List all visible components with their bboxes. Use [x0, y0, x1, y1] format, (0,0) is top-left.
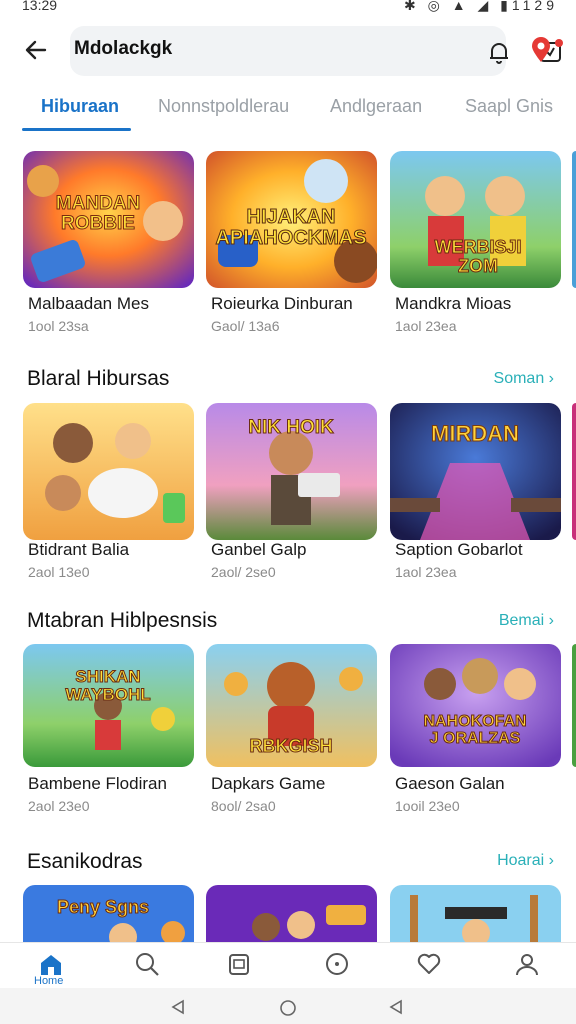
- game-card[interactable]: [206, 885, 378, 942]
- status-time: 13:29: [22, 0, 58, 13]
- bell-icon[interactable]: [486, 39, 512, 65]
- back-button[interactable]: [20, 34, 52, 66]
- game-meta: 1ool 23sa: [28, 318, 89, 334]
- game-box-icon: [229, 954, 249, 975]
- system-nav-bar: [0, 988, 576, 1024]
- tab-nonnstpoldlerau[interactable]: Nonnstpoldlerau: [158, 96, 289, 117]
- search-query: Mdolackgk: [74, 38, 173, 59]
- game-art-title-4: NIK HOIK: [248, 417, 334, 438]
- game-thumbnail: WERBISJI ZOM: [390, 151, 561, 288]
- search-icon: [136, 953, 159, 976]
- game-meta: Gaol/ 13a6: [211, 318, 280, 334]
- game-thumbnail: RBKGISH: [206, 644, 377, 767]
- game-art-title-9: Peny Sgns: [57, 897, 149, 917]
- game-meta: 2aol 13e0: [28, 564, 90, 580]
- next-card-peek: [572, 644, 576, 767]
- nav-profile[interactable]: [512, 949, 542, 979]
- game-meta: 2aol 23e0: [28, 798, 90, 814]
- nav-search[interactable]: [132, 949, 162, 979]
- tab-saapl-gnis[interactable]: Saapl Gnis: [465, 96, 553, 117]
- next-card-peek: [572, 151, 576, 288]
- see-all-link[interactable]: Hoarai ›: [497, 852, 554, 870]
- game-card[interactable]: WERBISJI ZOM Mandkra Mioas 1aol 23ea: [390, 151, 562, 336]
- user-icon: [516, 954, 538, 976]
- map-pin-icon[interactable]: [528, 36, 554, 64]
- nav-discover[interactable]: [322, 949, 352, 979]
- game-thumbnail: Peny Sgns: [23, 885, 194, 942]
- game-card[interactable]: NAHOKOFAN J ORALZAS Gaeson Galan 1ooil 23…: [390, 644, 562, 824]
- game-card[interactable]: Btidrant Balia 2aol 13e0: [23, 403, 195, 583]
- section-title: Mtabran Hiblpesnsis: [27, 609, 218, 632]
- game-card[interactable]: MANDAN ROBBIE Malbaadan Mes 1ool 23sa: [23, 151, 195, 336]
- game-title: Roieurka Dinburan: [211, 294, 353, 313]
- back-triangle-icon[interactable]: [170, 999, 186, 1015]
- heart-icon: [417, 953, 441, 974]
- game-thumbnail: NAHOKOFAN J ORALZAS: [390, 644, 561, 767]
- game-thumbnail: NIK HOIK: [206, 403, 377, 540]
- battery-text: 1129: [511, 0, 558, 13]
- category-tabs: Hiburaan Nonnstpoldlerau Andlgeraan Saap…: [0, 88, 576, 134]
- game-art-title-5: MIRDAN: [431, 421, 519, 446]
- game-meta: 8ool/ 2sa0: [211, 798, 276, 814]
- game-card[interactable]: HIJAKAN APIAHOCKMAS Roieurka Dinburan Gao…: [206, 151, 378, 336]
- game-art-title-7: RBKGISH: [249, 736, 332, 756]
- game-title: Mandkra Mioas: [395, 294, 512, 313]
- status-icons: ✱ ◎ ▲ ◢ ▮1129: [404, 0, 558, 14]
- game-card[interactable]: [390, 885, 562, 942]
- game-card[interactable]: Peny Sgns: [23, 885, 195, 942]
- active-tab-indicator: [22, 128, 131, 131]
- game-meta: 1aol 23ea: [395, 318, 457, 334]
- game-card[interactable]: NIK HOIK Ganbel Galp 2aol/ 2se0: [206, 403, 378, 583]
- game-art-title-0: MANDAN ROBBIE: [56, 193, 140, 234]
- game-thumbnail: [390, 885, 561, 942]
- game-art-title-8: NAHOKOFAN J ORALZAS: [423, 713, 526, 747]
- header-bar: Mdolackgk: [0, 24, 576, 78]
- arrow-left-icon: [25, 40, 47, 60]
- game-thumbnail: MANDAN ROBBIE: [23, 151, 194, 288]
- tab-hiburaan[interactable]: Hiburaan: [41, 96, 119, 117]
- recents-icon[interactable]: [388, 999, 404, 1015]
- game-title: Malbaadan Mes: [28, 294, 149, 313]
- see-all-link[interactable]: Soman ›: [494, 370, 554, 388]
- compass-icon: [326, 953, 348, 975]
- game-title: Saption Gobarlot: [395, 540, 523, 559]
- game-card[interactable]: MIRDAN Saption Gobarlot 1aol 23ea: [390, 403, 562, 583]
- next-card-peek: [572, 403, 576, 540]
- tab-andlgeraan[interactable]: Andlgeraan: [330, 96, 422, 117]
- game-title: Dapkars Game: [211, 774, 326, 793]
- bottom-nav: Home: [0, 942, 576, 988]
- search-input[interactable]: Mdolackgk: [70, 26, 563, 76]
- game-thumbnail: [23, 403, 194, 540]
- game-meta: 1ooil 23e0: [395, 798, 460, 814]
- home-circle-icon[interactable]: [279, 999, 297, 1017]
- see-all-label: Bemai: [498, 612, 545, 629]
- see-all-link[interactable]: Bemai ›: [499, 612, 554, 630]
- nav-favorites[interactable]: [414, 949, 444, 979]
- game-art-title-6: SHIKAN WAYBOHL: [65, 667, 150, 704]
- chevron-right-icon: ›: [548, 612, 554, 629]
- game-card[interactable]: SHIKAN WAYBOHL Bambene Flodiran 2aol 23e0: [23, 644, 195, 824]
- section-title: Blaral Hibursas: [27, 367, 170, 390]
- game-thumbnail: [206, 885, 377, 942]
- game-card[interactable]: RBKGISH Dapkars Game 8ool/ 2sa0: [206, 644, 378, 824]
- see-all-label: Hoarai: [497, 852, 545, 869]
- game-meta: 2aol/ 2se0: [211, 564, 276, 580]
- game-title: Gaeson Galan: [395, 774, 505, 793]
- status-bar: 13:29 ✱ ◎ ▲ ◢ ▮1129: [0, 0, 576, 16]
- chevron-right-icon: ›: [548, 852, 554, 869]
- game-title: Ganbel Galp: [211, 540, 307, 559]
- see-all-label: Soman: [493, 370, 545, 387]
- game-title: Btidrant Balia: [28, 540, 130, 559]
- nav-library[interactable]: [224, 949, 254, 979]
- section-title: Esanikodras: [27, 850, 143, 873]
- nav-home-label: Home: [34, 975, 64, 987]
- home-icon: [41, 955, 61, 975]
- game-thumbnail: MIRDAN: [390, 403, 561, 540]
- game-meta: 1aol 23ea: [395, 564, 457, 580]
- game-title: Bambene Flodiran: [28, 774, 167, 793]
- game-thumbnail: HIJAKAN APIAHOCKMAS: [206, 151, 377, 288]
- chevron-right-icon: ›: [548, 370, 554, 387]
- game-thumbnail: SHIKAN WAYBOHL: [23, 644, 194, 767]
